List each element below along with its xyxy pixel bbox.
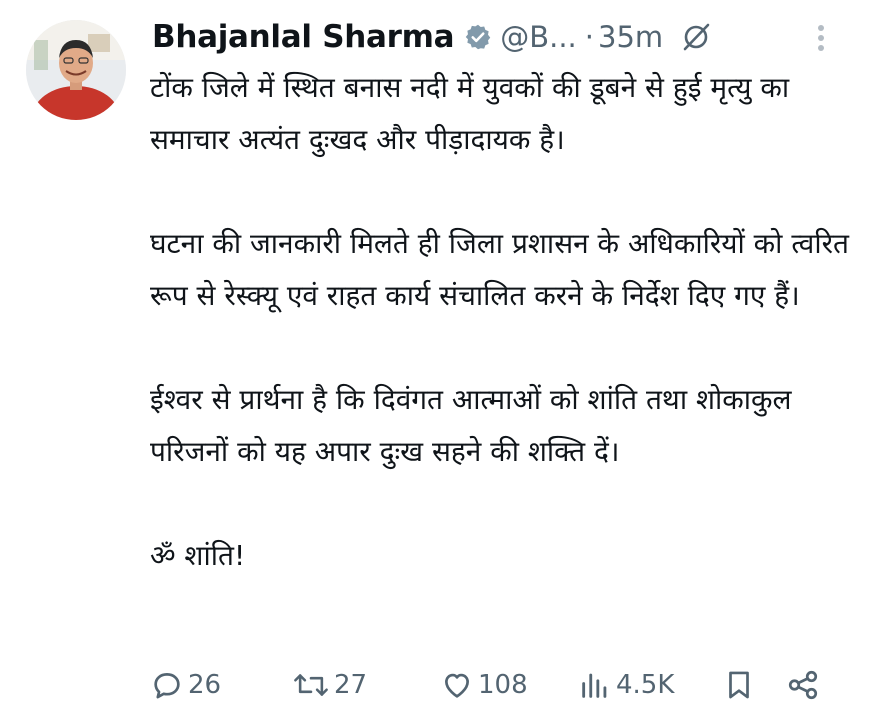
grok-icon[interactable] [681, 22, 711, 52]
avatar[interactable] [26, 20, 126, 120]
post-paragraph-3: ईश्वर से प्रार्थना है कि दिवंगत आत्माओं … [150, 383, 792, 468]
repost-count: 27 [334, 670, 368, 700]
profile-photo [26, 20, 126, 120]
like-button[interactable]: 108 [440, 660, 528, 710]
reply-button[interactable]: 26 [150, 660, 221, 710]
repost-icon [294, 674, 328, 696]
author-handle[interactable]: @B... [500, 20, 577, 54]
share-button[interactable] [786, 660, 820, 710]
post-time[interactable]: 35m [598, 20, 663, 54]
views-button[interactable]: 4.5K [578, 660, 674, 710]
more-vertical-icon[interactable] [812, 22, 830, 54]
separator-dot: · [584, 20, 594, 54]
post-header: Bhajanlal Sharma @B... · 35m [152, 14, 830, 60]
like-icon [445, 673, 469, 698]
reply-count: 26 [188, 670, 222, 700]
action-bar: 26 27 108 4.5K [150, 660, 840, 710]
post-paragraph-4: ॐ शांति! [150, 539, 246, 572]
post-text: टोंक जिले में स्थित बनास नदी में युवकों … [150, 62, 850, 582]
verified-badge-icon[interactable] [464, 23, 492, 51]
bookmark-button[interactable] [722, 660, 756, 710]
author-name[interactable]: Bhajanlal Sharma [152, 19, 455, 55]
share-icon [788, 670, 818, 700]
reply-icon [154, 673, 180, 699]
repost-button[interactable]: 27 [292, 660, 367, 710]
bookmark-icon [729, 671, 749, 699]
views-icon [582, 673, 607, 698]
like-count: 108 [478, 670, 528, 700]
post-paragraph-2: घटना की जानकारी मिलते ही जिला प्रशासन के… [150, 227, 849, 312]
views-count: 4.5K [616, 670, 675, 700]
post-paragraph-1: टोंक जिले में स्थित बनास नदी में युवकों … [150, 71, 790, 156]
